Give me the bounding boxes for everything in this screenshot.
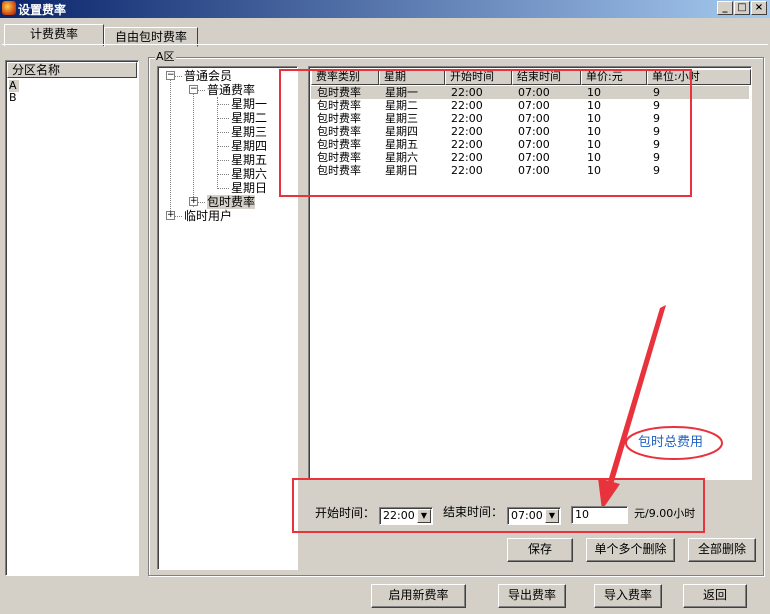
tree-connector <box>217 104 229 105</box>
unit-suffix-label: 元/9.00小时 <box>634 507 696 520</box>
collapse-icon[interactable]: − <box>189 85 198 94</box>
window-title: 设置费率 <box>18 3 67 17</box>
tree-connector <box>217 118 229 119</box>
tree-connector <box>217 146 229 147</box>
table-highlight-box <box>279 69 692 197</box>
save-button[interactable]: 保存 <box>507 538 573 562</box>
expand-icon[interactable]: + <box>166 211 175 220</box>
tree-connector <box>193 94 194 207</box>
tree-node-day[interactable]: 星期四 <box>231 139 267 153</box>
tree-node-temp-user[interactable]: 临时用户 <box>184 209 232 223</box>
tree-node-normal-rate[interactable]: 普通费率 <box>207 83 255 97</box>
tree-node-day[interactable]: 星期五 <box>231 153 267 167</box>
tree-connector <box>217 188 229 189</box>
annotation-callout: 包时总费用 <box>638 435 704 450</box>
tree-connector <box>217 174 229 175</box>
tree-connector <box>198 90 205 91</box>
tree-node-day[interactable]: 星期六 <box>231 167 267 181</box>
tree-connector <box>217 132 229 133</box>
tree-connector <box>170 79 171 219</box>
minimize-button[interactable]: _ <box>717 1 733 15</box>
tree-node-package-rate[interactable]: 包时费率 <box>207 195 256 209</box>
app-icon <box>2 1 16 15</box>
tree-node-day[interactable]: 星期三 <box>231 125 267 139</box>
start-time-value: 22:00 <box>383 509 415 522</box>
end-time-label: 结束时间： <box>443 505 504 519</box>
zone-list-header[interactable]: 分区名称 <box>7 62 137 78</box>
expand-icon[interactable]: + <box>189 197 198 206</box>
tree-connector <box>217 160 229 161</box>
tree-connector <box>175 76 182 77</box>
tree-node-day[interactable]: 星期日 <box>231 181 267 195</box>
tree-connector <box>198 202 205 203</box>
tree-node-day[interactable]: 星期一 <box>231 97 267 111</box>
tree-node-day[interactable]: 星期二 <box>231 111 267 125</box>
tab-label: 计费费率 <box>29 27 78 41</box>
start-time-select[interactable]: 22:00 ▼ <box>379 507 433 525</box>
collapse-icon[interactable]: − <box>166 71 175 80</box>
import-rate-button[interactable]: 导入费率 <box>594 584 662 608</box>
chevron-down-icon[interactable]: ▼ <box>417 509 431 523</box>
maximize-button[interactable]: □ <box>734 1 750 15</box>
end-time-value: 07:00 <box>511 509 543 522</box>
delete-multiple-button[interactable]: 单个多个删除 <box>586 538 675 562</box>
title-bar: 设置费率 _ □ × <box>0 0 770 18</box>
rate-tree[interactable]: − 普通会员 − 普通费率 星期一 星期二 星期三 星期四 星期五 星期六 星期日 + 包时… <box>157 66 298 570</box>
zone-list[interactable]: 分区名称 A B <box>5 60 139 576</box>
price-value: 10 <box>575 508 589 521</box>
tab-label: 自由包时费率 <box>114 30 187 44</box>
export-rate-button[interactable]: 导出费率 <box>498 584 566 608</box>
zone-group-label: A区 <box>155 50 176 64</box>
back-button[interactable]: 返回 <box>683 584 747 608</box>
price-input[interactable]: 10 <box>571 506 628 524</box>
tab-billing-rate[interactable]: 计费费率 <box>4 24 104 46</box>
end-time-select[interactable]: 07:00 ▼ <box>507 507 561 525</box>
close-button[interactable]: × <box>751 1 767 15</box>
zone-item-b[interactable]: B <box>9 92 17 104</box>
tab-divider <box>2 44 768 45</box>
delete-all-button[interactable]: 全部删除 <box>688 538 756 562</box>
chevron-down-icon[interactable]: ▼ <box>545 509 559 523</box>
tree-connector <box>175 216 182 217</box>
tree-node-member[interactable]: 普通会员 <box>184 69 232 83</box>
enable-new-rate-button[interactable]: 启用新费率 <box>371 584 466 608</box>
start-time-label: 开始时间： <box>315 506 376 520</box>
